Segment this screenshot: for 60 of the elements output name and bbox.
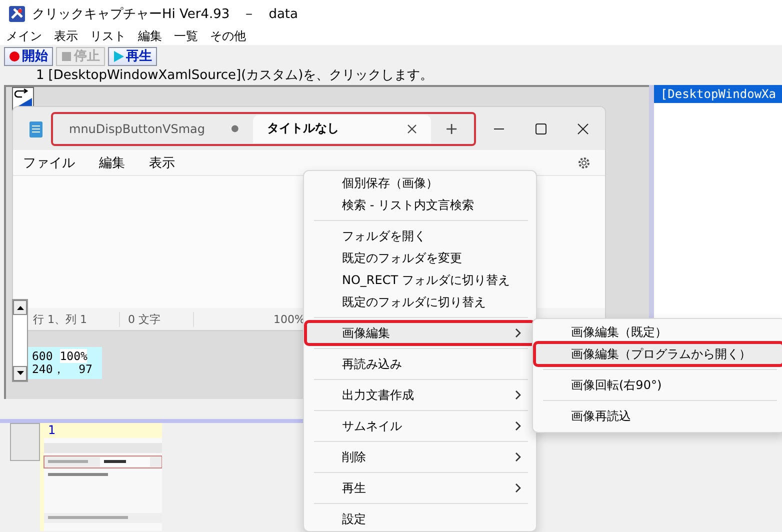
- chevron-icon: [515, 421, 522, 431]
- notepad-menu-item[interactable]: 表示: [149, 154, 175, 172]
- notepad-icon: [29, 120, 43, 138]
- scrollbar[interactable]: [12, 299, 28, 382]
- chevron-icon: [515, 483, 522, 493]
- menu-bar-item[interactable]: 一覧: [174, 28, 198, 44]
- maximize-icon[interactable]: [533, 120, 549, 136]
- tab[interactable]: タイトルなし: [252, 114, 431, 142]
- app-icon: [8, 4, 26, 22]
- step-number: 1: [36, 68, 44, 82]
- menu-item[interactable]: 画像回転(右90°): [535, 374, 782, 396]
- step-text: [DesktopWindowXamlSource](カスタム)を、クリックします。: [48, 67, 434, 84]
- menu-bar-item[interactable]: 編集: [138, 28, 162, 44]
- settings-icon[interactable]: [577, 156, 591, 170]
- chevron-icon: [515, 390, 522, 400]
- menu-item[interactable]: 設定: [306, 508, 534, 530]
- close-icon[interactable]: [406, 124, 417, 134]
- window-title: クリックキャプチャーHi Ver4.93 － data: [32, 6, 298, 22]
- menu-item[interactable]: 既定のフォルダに切り替え: [306, 291, 534, 313]
- chevron-icon: [515, 452, 522, 462]
- menu-item[interactable]: 検索 - リスト内文言検索: [306, 194, 534, 216]
- scroll-up-icon[interactable]: [16, 305, 24, 310]
- unsaved-dot: ●: [231, 124, 239, 134]
- menu-item[interactable]: 再生: [306, 477, 534, 499]
- thumbnail[interactable]: 1: [40, 423, 162, 531]
- readout-text: 240， 97: [32, 363, 94, 376]
- menu-bar-item[interactable]: その他: [210, 28, 246, 44]
- record-icon: [9, 50, 20, 62]
- menu-item[interactable]: NO_RECT フォルダに切り替え: [306, 269, 534, 291]
- menu-item[interactable]: 画像編集: [306, 322, 534, 344]
- menu-item[interactable]: 画像編集（プログラムから開く）: [535, 343, 782, 365]
- chevron-icon: [515, 328, 522, 338]
- menu-item[interactable]: フォルダを開く: [306, 225, 534, 247]
- menu-item[interactable]: サムネイル: [306, 415, 534, 437]
- menu-bar-item[interactable]: 表示: [54, 28, 78, 44]
- list-item[interactable]: [DesktopWindowXa: [654, 85, 782, 103]
- thumbnail-frame: [10, 423, 40, 461]
- new-tab-button[interactable]: +: [430, 119, 472, 138]
- menu-bar-item[interactable]: リスト: [90, 28, 126, 44]
- menu-bar-item[interactable]: メイン: [6, 28, 42, 44]
- close-icon[interactable]: [575, 120, 591, 136]
- menu-item[interactable]: 個別保存（画像）: [306, 172, 534, 194]
- status-text: 行 1、列 1: [33, 312, 120, 326]
- notepad-menu-item[interactable]: ファイル: [23, 154, 75, 172]
- tab[interactable]: mnuDispButtonVSmag ●: [55, 114, 253, 142]
- thumbnail-number: 1: [47, 423, 57, 438]
- readout-text: 600 100%: [32, 350, 88, 363]
- notepad-menu-item[interactable]: 編集: [99, 154, 125, 172]
- menu-item[interactable]: 既定のフォルダを変更: [306, 247, 534, 269]
- play-icon: [113, 50, 124, 62]
- menu-item[interactable]: 画像再読込: [535, 405, 782, 427]
- toolbar-button[interactable]: 再生: [108, 46, 157, 66]
- menu-item[interactable]: 削除: [306, 446, 534, 468]
- toolbar-button[interactable]: 開始: [4, 46, 53, 66]
- menu-item[interactable]: 出力文書作成: [306, 384, 534, 406]
- scroll-down-icon[interactable]: [16, 371, 24, 376]
- menu-item[interactable]: 再読み込み: [306, 353, 534, 375]
- stop-icon: [61, 50, 72, 62]
- status-text: 0 文字: [128, 312, 194, 326]
- menu-item[interactable]: 画像編集（既定）: [535, 321, 782, 343]
